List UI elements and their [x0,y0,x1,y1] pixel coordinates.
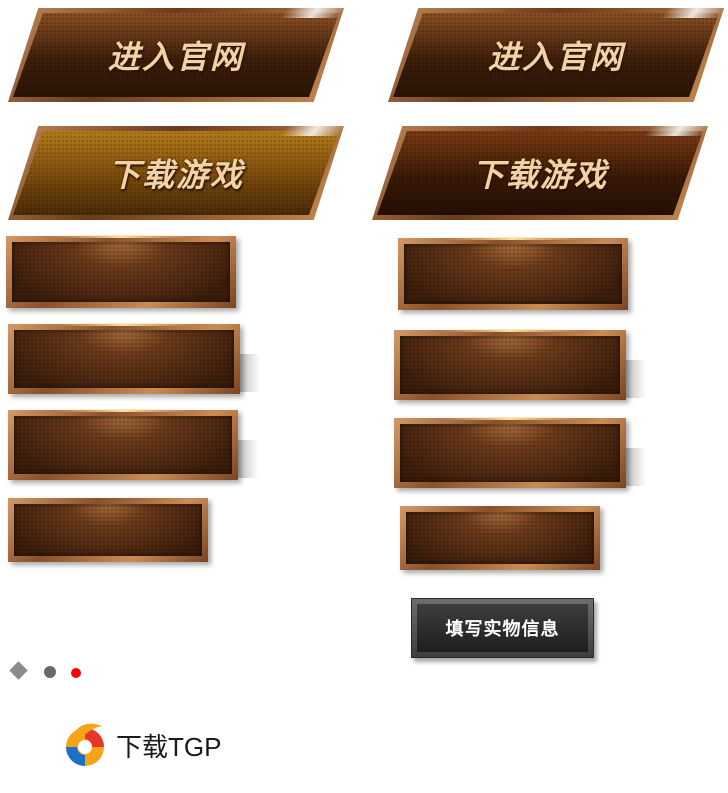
empty-panel-8[interactable] [400,506,600,570]
download-game-button-hover[interactable]: 下载游戏 [372,126,708,220]
download-tgp-link[interactable]: 下载TGP [62,722,221,768]
enter-site-label: 进入官网 [107,38,244,76]
gloss-highlight [279,126,344,136]
empty-panel-2[interactable] [8,323,260,394]
empty-panel-6[interactable] [394,329,646,400]
enter-site-button[interactable]: 进入官网 [8,8,344,102]
enter-site-label-hover: 进入官网 [487,38,624,76]
dot-indicator-inactive[interactable] [44,666,56,678]
empty-panel-1[interactable] [6,235,236,308]
download-game-label-hover: 下载游戏 [471,156,608,194]
gloss-highlight [659,8,724,18]
download-tgp-label: 下载TGP [116,731,222,762]
gloss-highlight [643,126,708,136]
download-game-button[interactable]: 下载游戏 [8,126,344,220]
gloss-highlight [279,8,344,18]
empty-panel-5[interactable] [398,237,628,310]
empty-panel-7[interactable] [394,417,646,488]
dot-indicator-active[interactable] [71,668,81,678]
tgp-logo-icon [66,723,104,766]
enter-site-button-hover[interactable]: 进入官网 [388,8,724,102]
fill-info-label: 填写实物信息 [445,619,560,640]
empty-panel-4[interactable] [8,498,208,562]
download-game-label: 下载游戏 [107,156,244,194]
fill-info-button[interactable]: 填写实物信息 [411,598,594,658]
empty-panel-3[interactable] [8,409,258,480]
diamond-indicator-icon[interactable] [9,661,28,680]
